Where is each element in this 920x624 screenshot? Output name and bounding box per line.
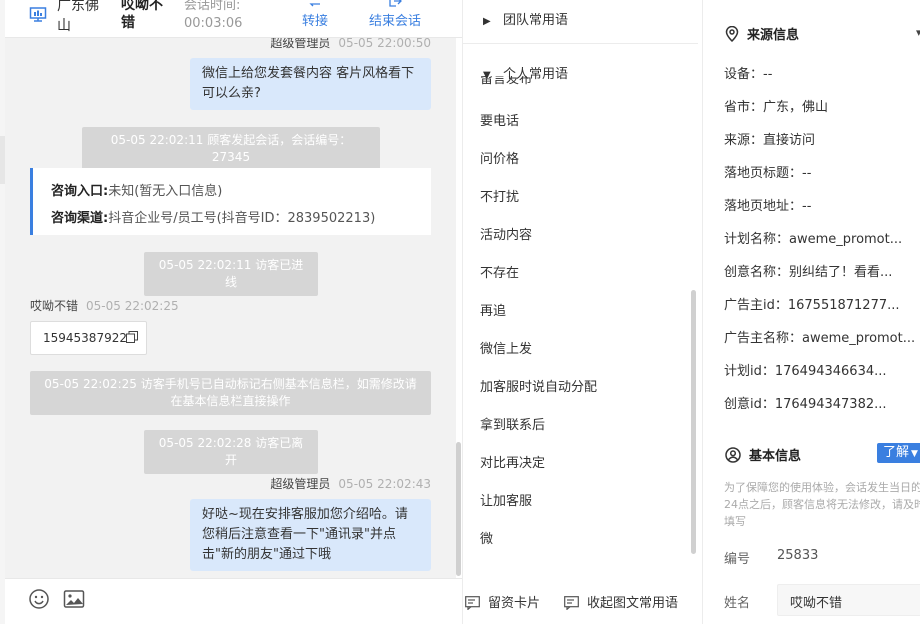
name-field[interactable]: 哎呦不错: [777, 584, 920, 616]
collapse-phrases-button[interactable]: 收起图文常用语: [564, 592, 678, 611]
phrase-item[interactable]: 问价格: [480, 148, 519, 167]
phone-number: 15945387922: [43, 331, 127, 345]
scrollbar-thumb[interactable]: [456, 442, 461, 576]
learn-more-button[interactable]: 了解 ▼: [877, 443, 920, 463]
end-session-label: 结束会话: [368, 14, 421, 29]
source-info-title: 来源信息: [725, 24, 799, 43]
sender-name: 超级管理员: [270, 477, 331, 491]
app-window: 广东佛山 哎呦不错 会话时间: 00:03:06 转接 结束会话 超级管理员 05…: [0, 0, 920, 624]
source-advertiser-id: 广告主id：167551871277...: [724, 298, 900, 313]
source-landing-title: 落地页标题：--: [724, 166, 812, 181]
phrases-footer: 留资卡片 收起图文常用语: [463, 578, 703, 624]
chat-input-toolbar: [5, 578, 462, 624]
source-origin: 来源：直接访问: [724, 133, 816, 148]
source-landing-url: 落地页地址：--: [724, 199, 812, 214]
copy-icon[interactable]: [126, 331, 138, 343]
lead-card-label: 留资卡片: [488, 596, 541, 611]
phrase-item-clipped[interactable]: 留言发布: [480, 76, 680, 88]
visitor-message-phone[interactable]: 15945387922: [30, 321, 147, 355]
exit-icon: [389, 0, 402, 7]
section-label: 基本信息: [749, 449, 802, 464]
chat-panel: 广东佛山 哎呦不错 会话时间: 00:03:06 转接 结束会话 超级管理员 05…: [0, 0, 462, 624]
location-pin-icon: [725, 25, 739, 43]
phrase-item[interactable]: 再追: [480, 300, 506, 319]
agent-message-bubble: 微信上给您发套餐内容 客片风格看下可以么亲?: [190, 58, 431, 110]
phrase-item[interactable]: 不打扰: [480, 186, 519, 205]
system-notice: 05-05 22:02:25 访客手机号已自动标记右侧基本信息栏，如需修改请在基…: [30, 371, 431, 415]
phrase-text: 留言发布: [480, 76, 533, 87]
user-circle-icon: [725, 447, 741, 463]
sender-name: 超级管理员: [270, 38, 331, 50]
source-plan-id: 计划id：176494346634...: [724, 364, 887, 379]
message-meta: 哎呦不错 05-05 22:02:25: [30, 297, 179, 314]
image-icon[interactable]: [63, 588, 85, 610]
phrase-item[interactable]: 微: [480, 528, 493, 547]
customer-info-panel: 来源信息 ▾ 设备：-- 省市：广东，佛山 来源：直接访问 落地页标题：-- 落…: [702, 0, 920, 624]
channel-value: 抖音企业号/员工号(抖音号ID：2839502213): [108, 211, 376, 226]
session-time-value: 00:03:06: [184, 16, 243, 31]
phrase-item[interactable]: 加客服时说自动分配: [480, 376, 597, 395]
chat-header: 广东佛山 哎呦不错 会话时间: 00:03:06 转接 结束会话: [5, 0, 462, 38]
lead-card-button[interactable]: 留资卡片: [465, 592, 540, 611]
phrases-scrollbar[interactable]: [691, 290, 696, 554]
source-device: 设备：--: [724, 67, 773, 82]
id-label: 编号: [724, 552, 751, 567]
transfer-label: 转接: [301, 14, 328, 29]
emoji-icon[interactable]: [28, 588, 50, 610]
group-label: 团队常用语: [503, 13, 569, 28]
transfer-button[interactable]: 转接: [295, 0, 335, 32]
source-region: 省市：广东，佛山: [724, 100, 829, 115]
transfer-icon: [309, 3, 320, 7]
source-creative-id: 创意id：176494347382...: [724, 397, 887, 412]
visitor-name: 哎呦不错: [121, 0, 163, 31]
entry-value: 未知(暂无入口信息): [108, 184, 223, 199]
monitor-icon: [29, 7, 47, 22]
team-phrases-group[interactable]: ▶ 团队常用语: [483, 9, 568, 28]
phrase-item[interactable]: 要电话: [480, 110, 519, 129]
source-plan-name: 计划名称：aweme_promot...: [724, 232, 903, 247]
message-list[interactable]: 超级管理员 05-05 22:00:50 微信上给您发套餐内容 客片风格看下可以么…: [5, 38, 456, 578]
source-advertiser-name: 广告主名称：aweme_promot...: [724, 331, 916, 346]
session-time-label: 会话时间:: [184, 0, 241, 13]
agent-message-bubble: 好哒~现在安排客服加您介绍哈。请您稍后注意查看一下"通讯录"并点击"新的朋友"通…: [190, 499, 431, 571]
chevron-down-icon[interactable]: ▾: [916, 26, 920, 39]
entry-label: 咨询入口:: [51, 184, 109, 199]
basic-info-title: 基本信息: [725, 445, 801, 464]
phrase-item[interactable]: 对比再决定: [480, 452, 545, 471]
phrase-item[interactable]: 微信上发: [480, 338, 532, 357]
message-meta: 超级管理员 05-05 22:00:50: [270, 38, 431, 51]
edit-notice: 为了保障您的使用体验，会话发生当日的24点之后，顾客信息将无法修改，请及时填写: [724, 481, 920, 528]
sender-name: 哎呦不错: [30, 299, 79, 313]
divider: [463, 43, 698, 44]
visitor-location: 广东佛山: [57, 0, 99, 34]
quick-phrases-panel: ▶ 团队常用语 ▼ 个人常用语 留言发布 要电话 问价格 不打扰 活动内容 不存在 …: [462, 0, 703, 624]
system-notice: 05-05 22:02:28 访客已离开: [144, 430, 318, 474]
message-icon: [564, 596, 579, 611]
system-notice: 05-05 22:02:11 访客已进线: [144, 252, 318, 296]
source-creative-name: 创意名称：别纠结了！看看...: [724, 265, 893, 280]
section-label: 来源信息: [747, 28, 800, 43]
caret-right-icon: ▶: [483, 16, 491, 27]
end-session-button[interactable]: 结束会话: [365, 0, 425, 32]
phrase-item[interactable]: 让加客服: [480, 490, 532, 509]
phrase-item[interactable]: 活动内容: [480, 224, 532, 243]
consult-info-card: 咨询入口:未知(暂无入口信息) 咨询渠道:抖音企业号/员工号(抖音号ID：283…: [30, 168, 431, 235]
learn-more-label: 了解: [883, 445, 910, 460]
id-value: 25833: [777, 548, 819, 563]
system-notice: 05-05 22:02:11 顾客发起会话，会话编号：27345: [82, 127, 380, 171]
message-time: 05-05 22:02:43: [338, 477, 431, 491]
message-time: 05-05 22:02:25: [86, 299, 179, 313]
name-label: 姓名: [724, 596, 751, 611]
channel-label: 咨询渠道:: [51, 211, 109, 226]
card-icon: [465, 596, 480, 611]
collapse-phrases-label: 收起图文常用语: [587, 596, 679, 611]
message-meta: 超级管理员 05-05 22:02:43: [270, 475, 431, 492]
message-time: 05-05 22:00:50: [338, 38, 431, 50]
caret-down-icon: ▼: [911, 449, 918, 459]
phrase-item[interactable]: 不存在: [480, 262, 519, 281]
phrase-item[interactable]: 拿到联系后: [480, 414, 545, 433]
